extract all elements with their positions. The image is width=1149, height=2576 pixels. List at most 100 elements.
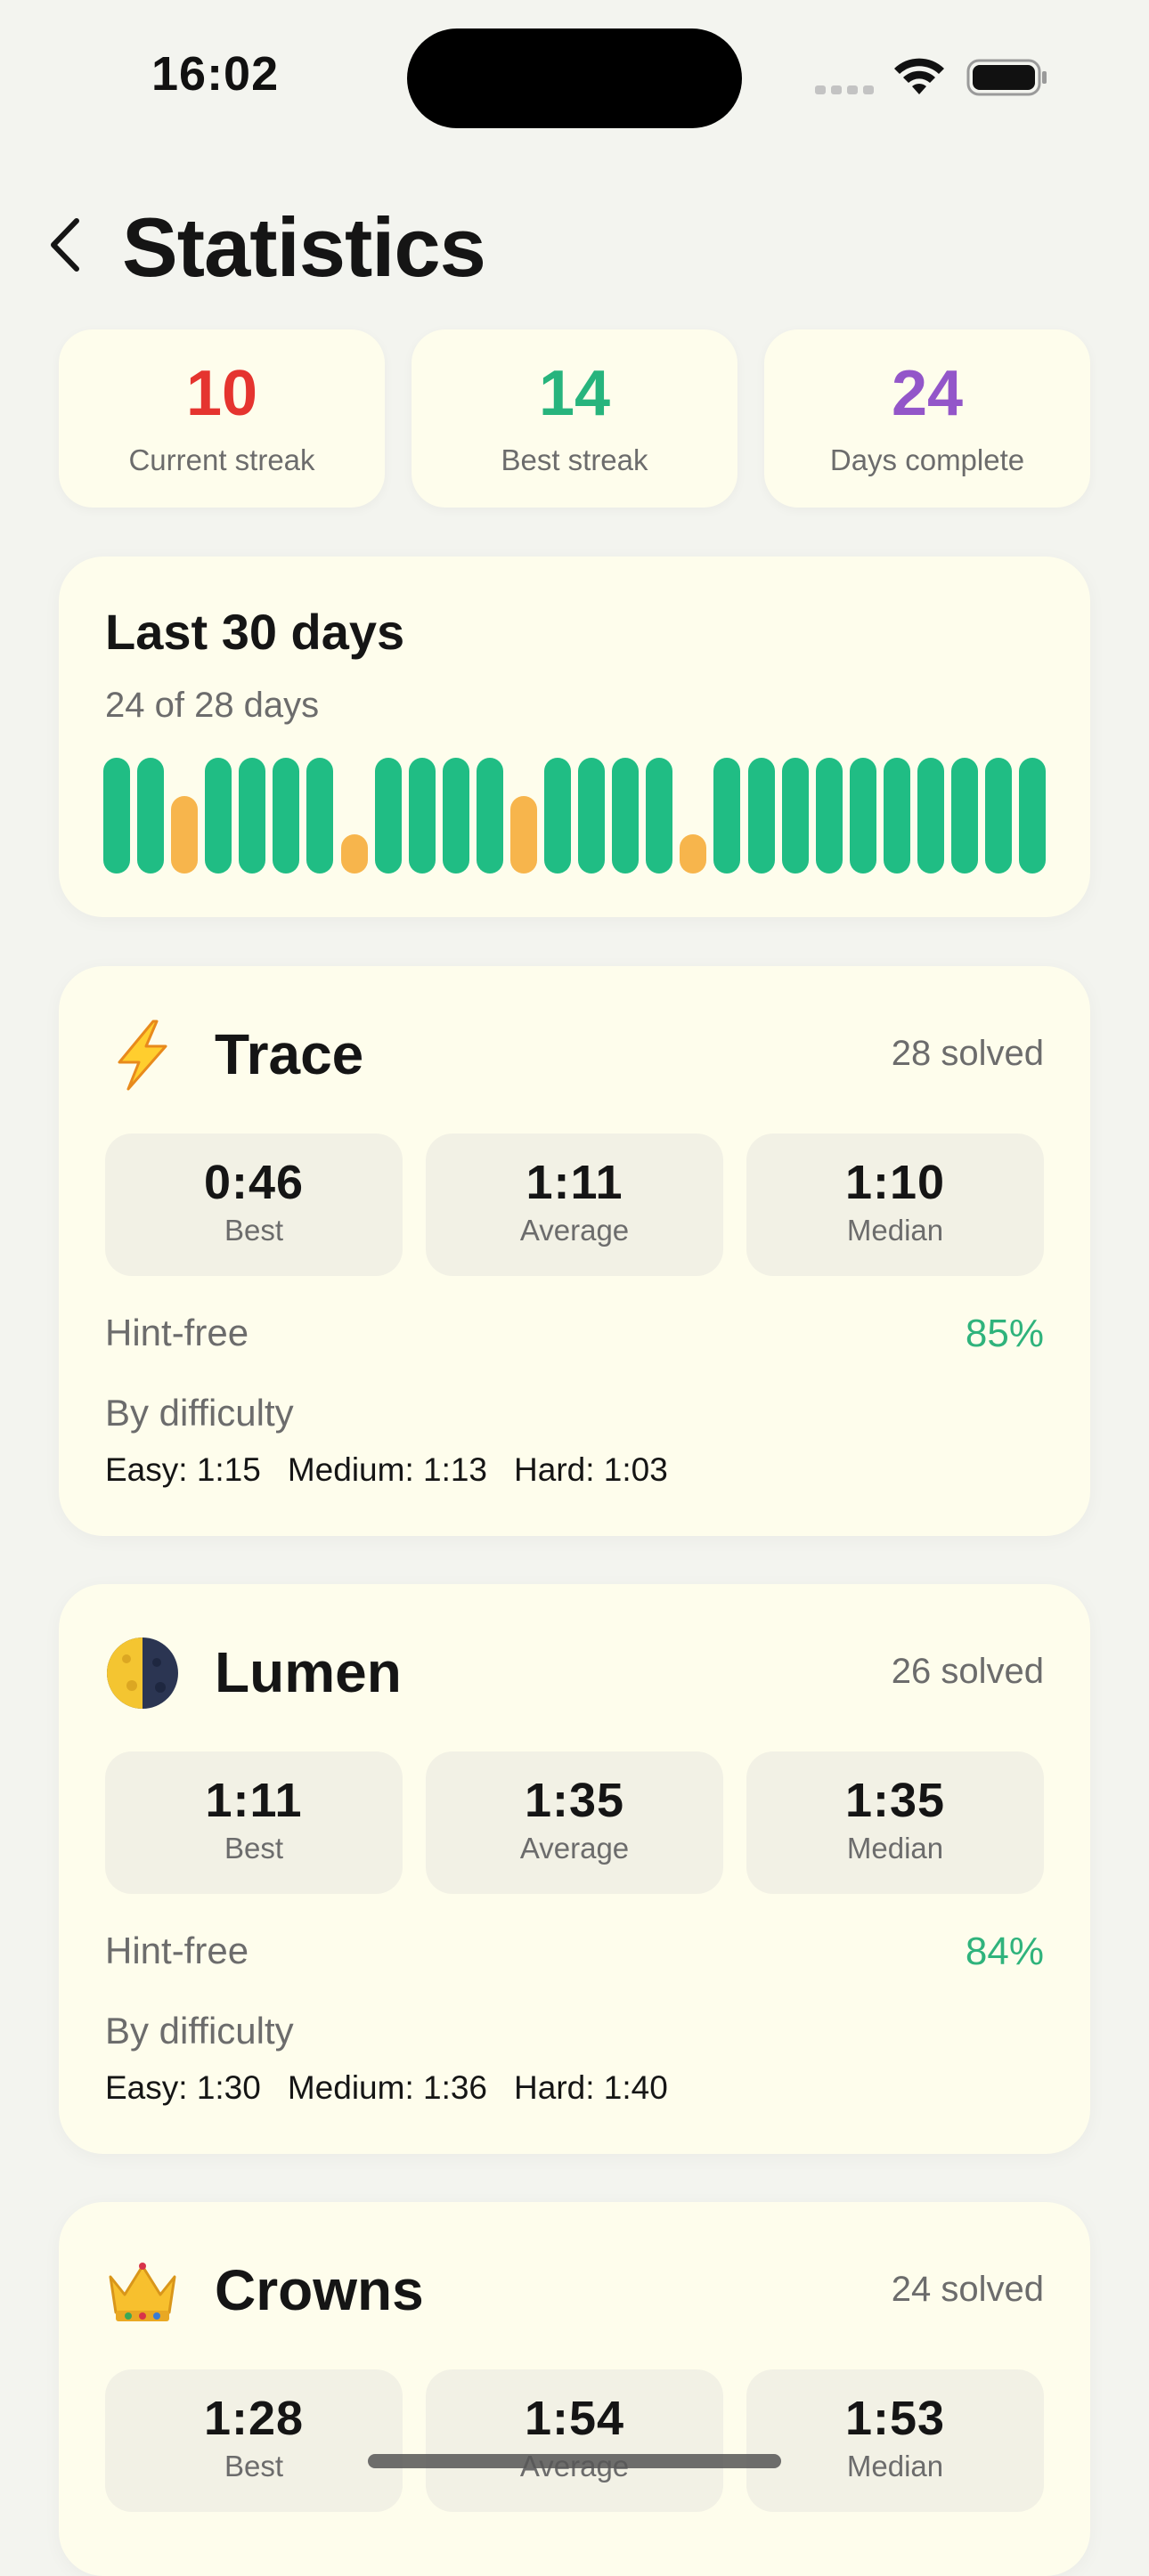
- day-bar: [781, 758, 809, 874]
- day-bar: [442, 758, 469, 874]
- stat-value: 1:28: [203, 2392, 305, 2445]
- day-bar: [408, 758, 436, 874]
- day-bar: [951, 758, 978, 874]
- day-bar: [306, 758, 334, 874]
- hint-free-label: Hint-free: [105, 1312, 249, 1353]
- day-bar: [273, 758, 300, 874]
- solved-count: 24 solved: [891, 2270, 1044, 2309]
- stat-average: 1:54 Average: [426, 2369, 723, 2512]
- summary-cards: 10 Current streak 14 Best streak 24 Days…: [59, 329, 1090, 508]
- stat-value: 1:10: [844, 1156, 946, 1209]
- stat-value: 0:46: [203, 1156, 305, 1209]
- last-30-days-subtitle: 24 of 28 days: [105, 686, 320, 725]
- day-bar: [509, 796, 537, 874]
- stat-row: 1:11 Best 1:35 Average 1:35 Median: [105, 1751, 1044, 1894]
- hint-free-value: 84%: [965, 1930, 1044, 1973]
- stat-value: 1:35: [524, 1774, 625, 1827]
- day-bar: [374, 758, 402, 874]
- solved-count: 28 solved: [891, 1034, 1044, 1073]
- last-30-days-title: Last 30 days: [105, 604, 405, 660]
- dynamic-island: [407, 28, 742, 128]
- day-bar: [171, 796, 199, 874]
- day-bars: [103, 753, 1047, 874]
- stat-label: Median: [846, 1832, 944, 1865]
- current-streak-label: Current streak: [128, 443, 315, 476]
- best-streak-card: 14 Best streak: [412, 329, 737, 508]
- stat-value: 1:54: [524, 2392, 625, 2445]
- header: Statistics: [0, 187, 1149, 294]
- solved-count: 26 solved: [891, 1652, 1044, 1691]
- stat-label: Average: [519, 1214, 630, 1247]
- stat-best: 0:46 Best: [105, 1134, 403, 1276]
- hint-free-value: 85%: [965, 1312, 1044, 1355]
- game-name: Lumen: [215, 1640, 402, 1704]
- stat-label: Best: [224, 2450, 284, 2483]
- day-bar: [713, 758, 741, 874]
- day-bar: [815, 758, 843, 874]
- day-bar: [103, 758, 130, 874]
- day-bar: [917, 758, 944, 874]
- days-complete-value: 24: [891, 358, 964, 429]
- day-bar: [544, 758, 572, 874]
- difficulty-medium: Medium: 1:13: [287, 1451, 488, 1488]
- stat-average: 1:35 Average: [426, 1751, 723, 1894]
- home-indicator[interactable]: [368, 2454, 781, 2468]
- day-bar: [205, 758, 232, 874]
- days-complete-card: 24 Days complete: [764, 329, 1090, 508]
- stat-median: 1:35 Median: [746, 1751, 1044, 1894]
- day-bar: [612, 758, 640, 874]
- day-bar: [340, 834, 368, 874]
- game-name: Crowns: [215, 2258, 424, 2322]
- day-bar: [985, 758, 1013, 874]
- status-time: 16:02: [151, 47, 280, 101]
- stat-value: 1:53: [844, 2392, 946, 2445]
- stat-label: Median: [846, 1214, 944, 1247]
- day-bar: [646, 758, 673, 874]
- crown-icon: [109, 2263, 176, 2321]
- day-bar: [747, 758, 775, 874]
- day-bar: [137, 758, 165, 874]
- lightning-icon: [118, 1020, 167, 1091]
- difficulty-easy: Easy: 1:30: [105, 2069, 261, 2106]
- difficulty-hard: Hard: 1:40: [514, 2069, 668, 2106]
- stat-value: 1:35: [844, 1774, 946, 1827]
- stat-label: Median: [846, 2450, 944, 2483]
- day-bar: [578, 758, 606, 874]
- game-card-crowns[interactable]: Crowns 24 solved 1:28 Best 1:54 Average …: [59, 2202, 1090, 2576]
- stat-median: 1:10 Median: [746, 1134, 1044, 1276]
- days-complete-label: Days complete: [829, 443, 1025, 476]
- difficulty-hard: Hard: 1:03: [514, 1451, 668, 1488]
- difficulty-label: By difficulty: [105, 2010, 294, 2052]
- stat-row: 0:46 Best 1:11 Average 1:10 Median: [105, 1134, 1044, 1276]
- back-button[interactable]: [43, 214, 89, 276]
- game-card-trace[interactable]: Trace 28 solved 0:46 Best 1:11 Average 1…: [59, 966, 1090, 1536]
- current-streak-card: 10 Current streak: [59, 329, 385, 508]
- stat-label: Best: [224, 1832, 284, 1865]
- stat-label: Best: [224, 1214, 284, 1247]
- difficulty-values: Easy: 1:30 Medium: 1:36 Hard: 1:40: [105, 2069, 668, 2107]
- cellular-signal-icon: [815, 85, 874, 94]
- last-30-days-card: Last 30 days 24 of 28 days: [59, 557, 1090, 917]
- difficulty-values: Easy: 1:15 Medium: 1:13 Hard: 1:03: [105, 1451, 668, 1489]
- hint-free-label: Hint-free: [105, 1930, 249, 1971]
- best-streak-value: 14: [538, 358, 611, 429]
- wifi-icon: [894, 58, 944, 94]
- day-bar: [476, 758, 503, 874]
- stat-median: 1:53 Median: [746, 2369, 1044, 2512]
- game-name: Trace: [215, 1022, 364, 1086]
- game-card-lumen[interactable]: Lumen 26 solved 1:11 Best 1:35 Average 1…: [59, 1584, 1090, 2154]
- stat-best: 1:28 Best: [105, 2369, 403, 2512]
- best-streak-label: Best streak: [501, 443, 648, 476]
- battery-icon: [966, 59, 1047, 96]
- day-bar: [680, 834, 707, 874]
- difficulty-medium: Medium: 1:36: [287, 2069, 488, 2106]
- page-title: Statistics: [122, 200, 486, 294]
- day-bar: [1019, 758, 1047, 874]
- day-bar: [849, 758, 876, 874]
- day-bar: [239, 758, 266, 874]
- current-streak-value: 10: [185, 358, 258, 429]
- moon-icon: [107, 1637, 178, 1709]
- stat-row: 1:28 Best 1:54 Average 1:53 Median: [105, 2369, 1044, 2512]
- day-bar: [883, 758, 910, 874]
- stat-average: 1:11 Average: [426, 1134, 723, 1276]
